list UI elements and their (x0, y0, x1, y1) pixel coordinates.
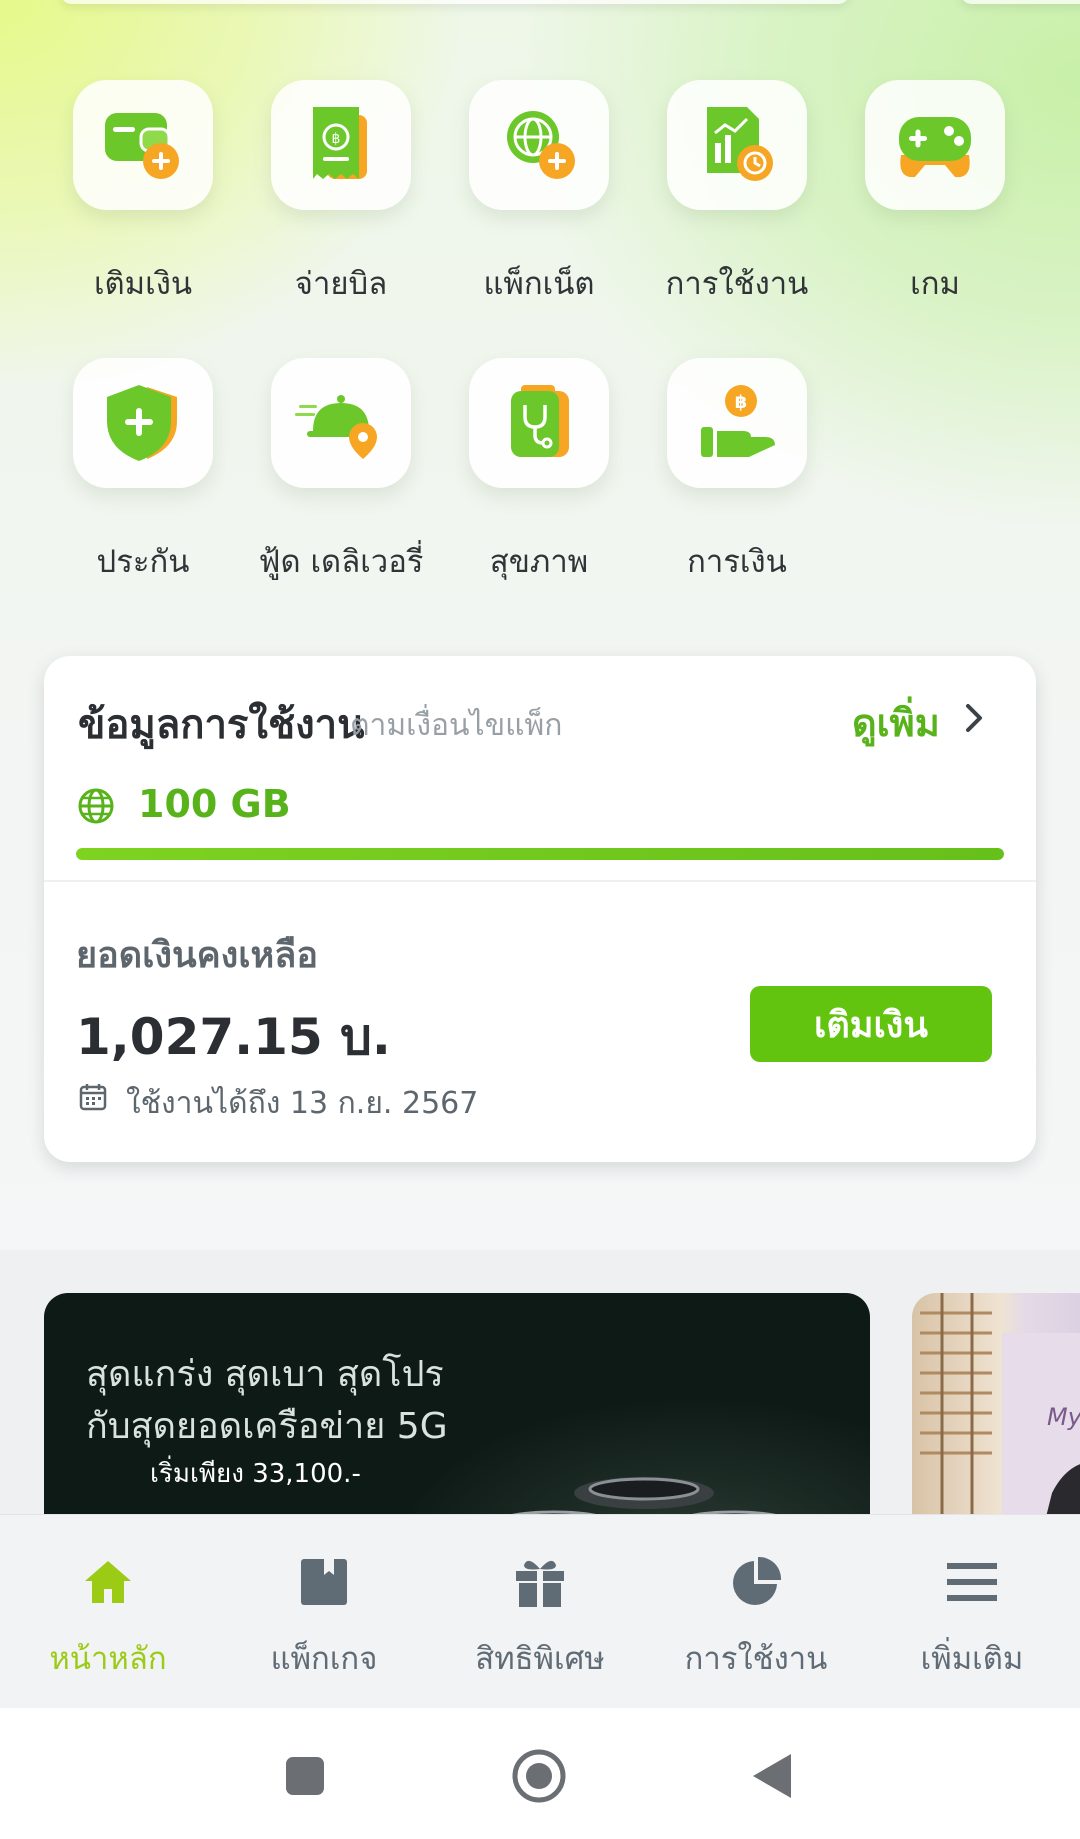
usage-card-subtitle: ตามเงื่อนไขแพ็ก (350, 708, 563, 743)
pie-chart-icon (733, 1556, 782, 1605)
wallet-plus-icon (73, 80, 213, 210)
gift-icon (516, 1560, 564, 1607)
promo-banner-5g[interactable]: สุดแกร่ง สุดเบา สุดโปร กับสุดยอดเครือข่า… (44, 1293, 870, 1533)
usage-chart-icon (667, 80, 807, 210)
nav-label: หน้าหลัก (49, 1641, 167, 1677)
recent-apps-icon[interactable] (275, 1746, 335, 1806)
gamepad-icon (865, 80, 1005, 210)
balance-label: ยอดเงินคงเหลือ (76, 935, 318, 976)
usage-balance-card: ข้อมูลการใช้งาน ตามเงื่อนไขแพ็ก ดูเพิ่ม … (44, 656, 1036, 1162)
promo-subheadline: กับสุดยอดเครือข่าย 5G (86, 1406, 448, 1447)
nav-usage[interactable]: การใช้งาน (648, 1555, 864, 1683)
service-label: เติมเงิน (93, 266, 193, 302)
service-net-pack[interactable]: แพ็กเน็ต (440, 80, 638, 308)
service-label: แพ็กเน็ต (483, 266, 595, 302)
service-label: เกม (910, 266, 960, 302)
chevron-right-icon[interactable] (954, 698, 994, 738)
usage-card-title: ข้อมูลการใช้งาน (78, 702, 365, 748)
finance-hand-coin-icon: ฿ (667, 358, 807, 488)
service-health[interactable]: สุขภาพ (440, 358, 638, 586)
top-card-edge (60, 0, 850, 4)
topup-button[interactable]: เติมเงิน (750, 986, 992, 1062)
promo-price: เริ่มเพียง 33,100.- (150, 1459, 361, 1489)
service-topup[interactable]: เติมเงิน (44, 80, 242, 308)
see-more-link[interactable]: ดูเพิ่ม (852, 692, 940, 753)
svg-text:฿: ฿ (332, 131, 341, 147)
service-label: ประกัน (96, 544, 190, 580)
home-icon (85, 1561, 131, 1603)
service-label: การใช้งาน (665, 266, 809, 302)
menu-icon (947, 1563, 997, 1601)
nav-package[interactable]: แพ็กเกจ (216, 1555, 432, 1683)
promo-banner-text: My (1047, 1403, 1080, 1431)
nav-more[interactable]: เพิ่มเติม (864, 1555, 1080, 1683)
nav-label: แพ็กเกจ (270, 1641, 378, 1677)
service-food-delivery[interactable]: ฟู้ด เดลิเวอรี่ (242, 358, 440, 586)
shield-plus-icon (73, 358, 213, 488)
service-insurance[interactable]: ประกัน (44, 358, 242, 586)
data-progress-bar (76, 848, 1004, 860)
nav-home[interactable]: หน้าหลัก (0, 1555, 216, 1683)
service-label: ฟู้ด เดลิเวอรี่ (258, 544, 424, 580)
service-pay-bill[interactable]: ฿ จ่ายบิล (242, 80, 440, 308)
svg-text:฿: ฿ (735, 392, 748, 413)
service-usage[interactable]: การใช้งาน (638, 80, 836, 308)
balance-value: 1,027.15 บ. (76, 1008, 391, 1066)
data-amount: 100 GB (138, 782, 291, 826)
nav-label: การใช้งาน (684, 1641, 828, 1677)
package-bookmark-icon (301, 1559, 347, 1605)
promo-headline: สุดแกร่ง สุดเบา สุดโปร (86, 1354, 444, 1395)
globe-plus-icon (469, 80, 609, 210)
service-finance[interactable]: ฿ การเงิน (638, 358, 836, 586)
nav-privileges[interactable]: สิทธิพิเศษ (432, 1555, 648, 1683)
nav-label: เพิ่มเติม (920, 1641, 1024, 1677)
system-navigation-bar (0, 1708, 1080, 1839)
service-label: สุขภาพ (489, 544, 589, 580)
globe-icon (78, 788, 114, 824)
data-progress-fill (76, 848, 1004, 860)
valid-until: ใช้งานได้ถึง 13 ก.ย. 2567 (126, 1086, 479, 1121)
bottom-navigation: หน้าหลัก แพ็กเกจ สิทธิพิเศษ การใช้งาน เพ… (0, 1514, 1080, 1708)
back-triangle-icon[interactable] (743, 1746, 803, 1806)
service-label: จ่ายบิล (294, 266, 388, 302)
home-circle-icon[interactable] (509, 1746, 569, 1806)
bill-receipt-icon: ฿ (271, 80, 411, 210)
card-divider (44, 880, 1036, 882)
calendar-icon (79, 1084, 107, 1111)
promo-banner-second[interactable]: My (912, 1293, 1080, 1533)
top-card-edge-right (960, 0, 1080, 4)
food-delivery-icon (271, 358, 411, 488)
service-game[interactable]: เกม (836, 80, 1034, 308)
nav-label: สิทธิพิเศษ (475, 1641, 605, 1677)
health-stethoscope-icon (469, 358, 609, 488)
service-label: การเงิน (687, 544, 787, 580)
